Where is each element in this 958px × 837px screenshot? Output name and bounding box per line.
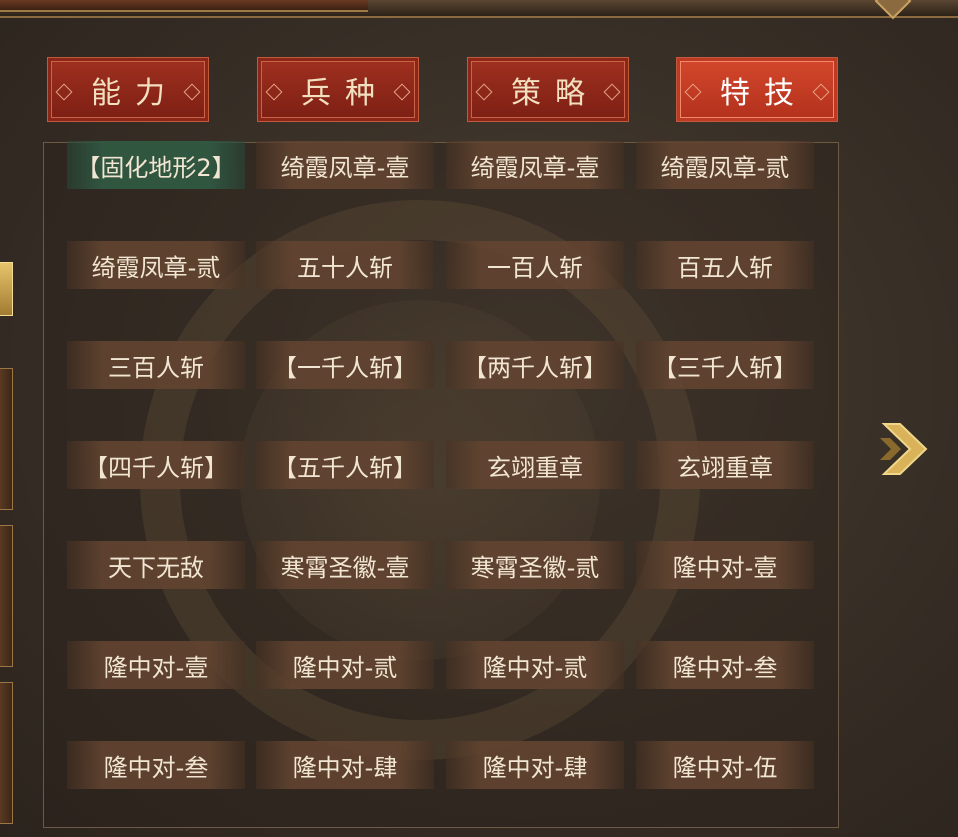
skill-item[interactable]: 【五千人斩】 [256, 441, 434, 489]
skill-item[interactable]: 隆中对-叁 [67, 741, 245, 789]
skill-item[interactable]: 一百人斩 [446, 241, 624, 289]
tab-ability[interactable]: 能力 [47, 57, 209, 122]
skill-item[interactable]: 【一千人斩】 [256, 341, 434, 389]
side-tab[interactable] [0, 682, 13, 824]
tab-special-skill[interactable]: 特技 [676, 57, 838, 122]
tab-troop-type[interactable]: 兵种 [257, 57, 419, 122]
skill-item[interactable]: 隆中对-壹 [636, 541, 814, 589]
tab-label: 能力 [91, 75, 179, 111]
skill-item[interactable]: 寒霄圣徽-壹 [256, 541, 434, 589]
skill-item[interactable]: 【三千人斩】 [636, 341, 814, 389]
skill-item[interactable]: 隆中对-贰 [446, 641, 624, 689]
side-tab[interactable] [0, 368, 13, 510]
tab-strategy[interactable]: 策略 [467, 57, 629, 122]
skill-item[interactable]: 隆中对-叁 [636, 641, 814, 689]
skill-item[interactable]: 玄翊重章 [446, 441, 624, 489]
tab-ornament-right [603, 83, 621, 101]
side-tab-selected[interactable] [0, 262, 13, 316]
skill-item[interactable]: 【两千人斩】 [446, 341, 624, 389]
tab-ornament-right [812, 83, 830, 101]
skill-item[interactable]: 五十人斩 [256, 241, 434, 289]
tab-ornament-left [475, 83, 493, 101]
tab-ornament-left [55, 83, 73, 101]
top-frame-left-plate [0, 0, 368, 12]
skill-item[interactable]: 隆中对-贰 [256, 641, 434, 689]
skill-item[interactable]: 三百人斩 [67, 341, 245, 389]
tab-ornament-left [265, 83, 283, 101]
skill-item[interactable]: 玄翊重章 [636, 441, 814, 489]
tab-ornament-left [684, 83, 702, 101]
skill-item[interactable]: 隆中对-伍 [636, 741, 814, 789]
skill-item-selected[interactable]: 【固化地形2】 [67, 141, 245, 189]
tab-ornament-right [183, 83, 201, 101]
tab-ornament-right [393, 83, 411, 101]
skill-item[interactable]: 隆中对-肆 [256, 741, 434, 789]
skill-item[interactable]: 百五人斩 [636, 241, 814, 289]
skill-item[interactable]: 【四千人斩】 [67, 441, 245, 489]
tab-label: 策略 [511, 75, 599, 111]
tab-label: 特技 [720, 75, 808, 111]
skill-item[interactable]: 绮霞凤章-贰 [636, 141, 814, 189]
double-chevron-right-icon[interactable] [878, 418, 934, 480]
skill-item[interactable]: 隆中对-壹 [67, 641, 245, 689]
skill-item[interactable]: 天下无敌 [67, 541, 245, 589]
skill-item[interactable]: 隆中对-肆 [446, 741, 624, 789]
skill-item[interactable]: 绮霞凤章-壹 [446, 141, 624, 189]
tab-label: 兵种 [301, 75, 389, 111]
side-tab[interactable] [0, 525, 13, 667]
skill-item[interactable]: 绮霞凤章-壹 [256, 141, 434, 189]
skill-item[interactable]: 绮霞凤章-贰 [67, 241, 245, 289]
skill-item[interactable]: 寒霄圣徽-贰 [446, 541, 624, 589]
